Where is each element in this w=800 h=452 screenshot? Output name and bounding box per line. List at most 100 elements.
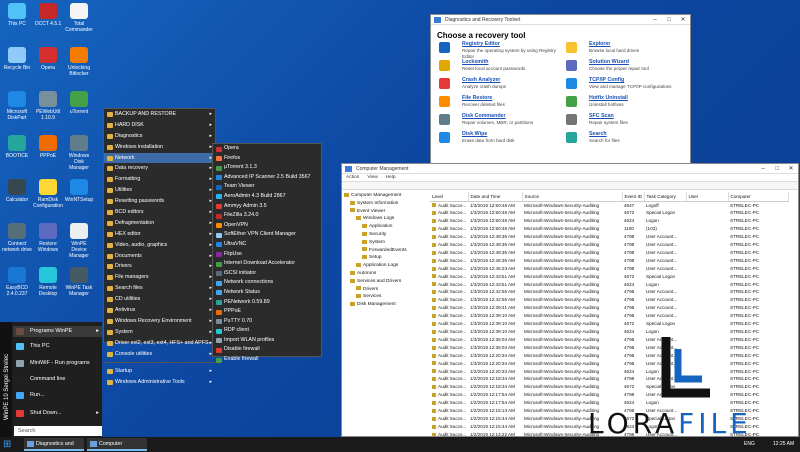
column-header[interactable]: Task Category [644, 192, 687, 202]
start-menu-item[interactable]: Run... [13, 390, 102, 401]
tree-node[interactable]: ForwardedEvents [344, 247, 429, 255]
programs-menu-item[interactable]: Video, audio, graphics ▸ [104, 240, 215, 251]
drt-tool-name[interactable]: Hotfix Uninstall [589, 95, 628, 101]
desktop-icon[interactable]: BOOTICE [2, 135, 32, 159]
table-row[interactable]: Audit Succe... 1/3/2019 12:49:36 AM Micros… [430, 233, 788, 241]
desktop-icon[interactable]: Restore Windows [33, 223, 63, 253]
close-button[interactable]: ✕ [784, 164, 798, 174]
desktop-icon[interactable]: Recycle Bin [2, 47, 32, 71]
programs-menu-item[interactable]: Windows Administrative Tools ▸ [104, 377, 215, 388]
desktop-icon[interactable]: RamDisk Configuration [33, 179, 63, 209]
network-menu-item[interactable]: RDP client [213, 326, 321, 336]
programs-menu-item[interactable]: Driver ext2, ext3, ext4, HFS+ and APFS ▸ [104, 338, 215, 349]
start-menu-item[interactable]: This PC [13, 341, 102, 352]
maximize-button[interactable]: □ [662, 15, 676, 25]
table-row[interactable]: Audit Succe... 1/3/2019 12:39:10 AM Micros… [430, 320, 788, 328]
drt-tool-name[interactable]: Explorer [589, 41, 611, 47]
table-row[interactable]: Audit Succe... 1/3/2019 12:50:48 AM Micros… [430, 225, 788, 233]
desktop-icon[interactable]: PPPoE [33, 135, 63, 159]
start-menu-item[interactable]: MiniWiF - Run programs [13, 358, 102, 369]
drt-tool-name[interactable]: SFC Scan [589, 113, 614, 119]
start-menu-item[interactable]: Command line [13, 374, 102, 385]
clock[interactable]: 12:25 AM [773, 437, 794, 452]
table-row[interactable]: Audit Succe... 1/3/2019 12:49:36 AM Micros… [430, 241, 788, 249]
desktop-icon[interactable]: WinPE Device Manager [64, 223, 94, 259]
column-header[interactable]: Date and Time [468, 192, 523, 202]
start-button[interactable]: ⊞ [3, 439, 14, 450]
network-menu-item[interactable]: Disable firewall [213, 345, 321, 355]
tree-node[interactable]: Disk Management [344, 301, 429, 309]
programs-menu-item[interactable]: Data recovery ▸ [104, 163, 215, 174]
network-menu-item[interactable]: Internet Download Accelerator [213, 259, 321, 269]
table-row[interactable]: Audit Succe... 1/3/2019 12:46:23 AM Micros… [430, 265, 788, 273]
network-menu-item[interactable]: PPPoE [213, 307, 321, 317]
network-menu-item[interactable]: iSCSI initiator [213, 269, 321, 279]
network-menu-item[interactable]: AeroAdmin 4.3 Build 2867 [213, 192, 321, 202]
programs-menu-item[interactable]: HARD DISK ▸ [104, 120, 215, 131]
tree-node[interactable]: Autoruns [344, 270, 429, 278]
start-menu-item[interactable]: Shut Down... ▸ [13, 408, 102, 419]
cm-menu-item[interactable]: Action [346, 175, 359, 180]
drt-tool[interactable]: Search Search for files [566, 131, 686, 155]
tree-node[interactable]: System [344, 239, 429, 247]
desktop-icon[interactable]: Remote Desktop [33, 267, 63, 297]
tree-node[interactable]: Windows Logs [344, 215, 429, 223]
network-menu-item[interactable]: UltraVNC [213, 240, 321, 250]
tree-node[interactable]: Drivers [344, 286, 429, 294]
programs-menu-item[interactable]: HEX editor ▸ [104, 229, 215, 240]
programs-menu-item[interactable]: Network ▸ [104, 152, 215, 164]
desktop-icon[interactable]: Microsoft DiskPart [2, 91, 32, 121]
network-menu-item[interactable]: Network Status [213, 288, 321, 298]
programs-menu-item[interactable]: CD utilities ▸ [104, 294, 215, 305]
column-header[interactable]: Level [430, 192, 469, 202]
table-row[interactable]: Audit Succe... 1/3/2019 12:50:48 AM Micros… [430, 209, 788, 217]
tree-node[interactable]: Security [344, 231, 429, 239]
column-header[interactable]: Source [522, 192, 623, 202]
desktop-icon[interactable]: Total Commander [64, 3, 94, 33]
table-row[interactable]: Audit Succe... 1/3/2019 12:50:48 AM Micros… [430, 201, 788, 209]
table-row[interactable]: Audit Succe... 1/3/2019 12:46:36 AM Micros… [430, 257, 788, 265]
tree-node[interactable]: System Information [344, 200, 429, 208]
programs-menu-item[interactable]: File managers ▸ [104, 272, 215, 283]
drt-tool-name[interactable]: Disk Commander [462, 113, 506, 119]
table-row[interactable]: Audit Succe... 1/3/2019 12:43:51 AM Micros… [430, 273, 788, 281]
desktop-icon[interactable]: uTorrent [64, 91, 94, 115]
cm-menu-item[interactable]: Help [386, 175, 396, 180]
column-header[interactable]: Event ID [622, 192, 645, 202]
desktop-icon[interactable]: Calculator [2, 179, 32, 203]
drt-tool-name[interactable]: Crash Analyzer [462, 77, 500, 83]
network-menu-item[interactable]: µTorrent 3.1.3 [213, 163, 321, 173]
network-menu-item[interactable]: Network connections [213, 278, 321, 288]
desktop-icon[interactable]: WinNTSetup [64, 179, 94, 203]
desktop-icon[interactable]: PEWebUtil 1.10.9 [33, 91, 63, 121]
desktop-icon[interactable]: Opera [33, 47, 63, 71]
network-menu-item[interactable]: Firefox [213, 154, 321, 164]
programs-menu-item[interactable]: Antivirus ▸ [104, 305, 215, 316]
programs-menu-item[interactable]: Resetting passwords ▸ [104, 196, 215, 207]
desktop-icon[interactable]: EasyBCD 2.4.0.237 [2, 267, 32, 297]
desktop-icon[interactable]: Connect network drive [2, 223, 32, 253]
start-menu-item[interactable]: Programs WinPE ▸ [13, 326, 102, 337]
desktop-icon[interactable]: Unlocking Bitlocker [64, 47, 94, 77]
tree-node[interactable]: Services and Drivers [344, 278, 429, 286]
tree-node[interactable]: Services [344, 293, 429, 301]
close-button[interactable]: ✕ [676, 15, 690, 25]
table-row[interactable]: Audit Succe... 1/3/2019 12:42:55 AM Micros… [430, 288, 788, 296]
network-menu-item[interactable]: OpenVPN [213, 221, 321, 231]
programs-menu-item[interactable]: Documents ▸ [104, 251, 215, 262]
minimize-button[interactable]: – [756, 164, 770, 174]
network-menu-item[interactable]: Import WLAN profiles [213, 336, 321, 346]
network-menu-item[interactable]: Advanced IP Scanner 2.5 Build 3567 [213, 173, 321, 183]
tree-node[interactable]: Application Logs [344, 262, 429, 270]
tree-node[interactable]: Computer Management [344, 192, 429, 200]
drt-tool-name[interactable]: Locksmith [462, 59, 489, 65]
network-menu-item[interactable]: FileZilla 3.24.0 [213, 211, 321, 221]
minimize-button[interactable]: – [648, 15, 662, 25]
drt-tool-name[interactable]: Search [589, 131, 607, 137]
drt-tool-name[interactable]: Disk Wipe [462, 131, 487, 137]
network-menu-item[interactable]: Opera [213, 144, 321, 154]
tree-node[interactable]: Setup [344, 254, 429, 262]
language-indicator[interactable]: ENG [744, 437, 755, 452]
desktop-icon[interactable]: OCCT 4.5.1 [33, 3, 63, 27]
drt-tool-name[interactable]: TCP/IP Config [589, 77, 624, 83]
